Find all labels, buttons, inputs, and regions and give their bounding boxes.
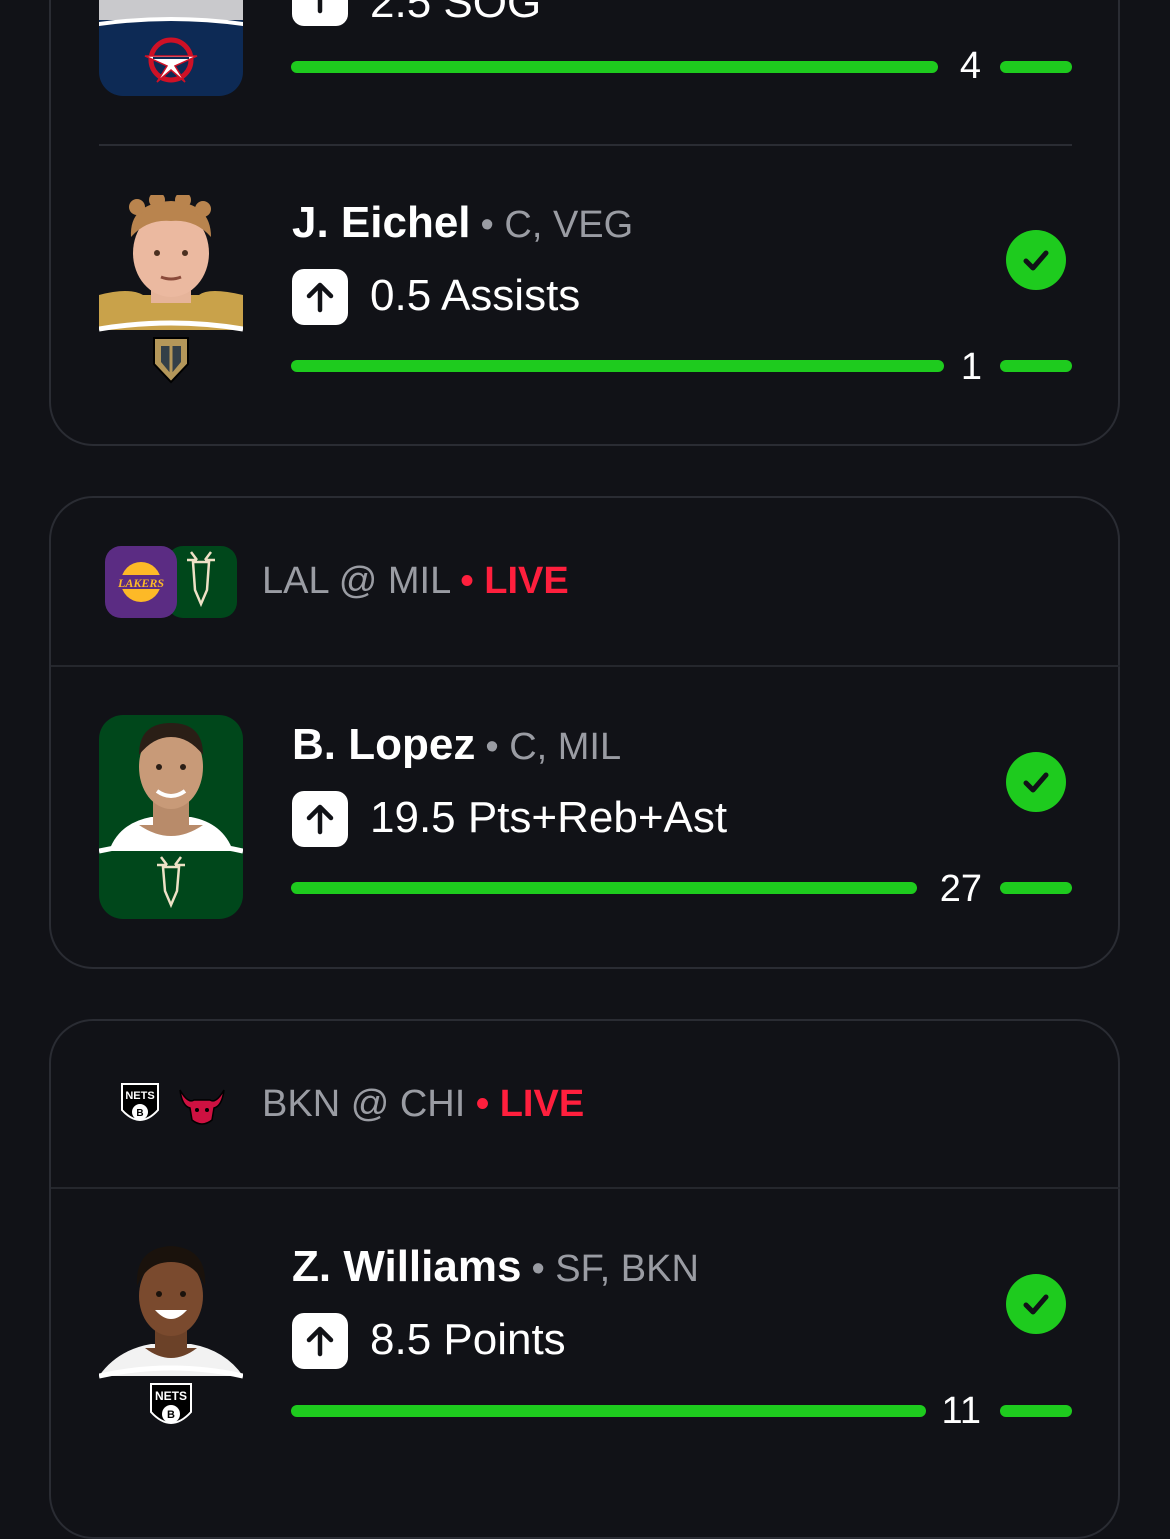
nets-logo: NETS B — [121, 1083, 159, 1121]
check-icon — [1006, 230, 1066, 290]
prop-line: 0.5 Assists — [370, 271, 581, 320]
actual-value: 27 — [939, 868, 982, 910]
bulls-logo — [179, 1089, 225, 1125]
svg-text:LAKERS: LAKERS — [117, 576, 164, 590]
target-marker — [1000, 1405, 1072, 1417]
actual-value: 1 — [960, 346, 982, 388]
prop-line: 8.5 Points — [370, 1315, 566, 1364]
player-position-team: • SF, BKN — [531, 1248, 699, 1290]
progress-bar — [291, 882, 917, 894]
over-arrow-box — [292, 1313, 348, 1369]
up-arrow-icon — [317, 0, 323, 14]
prop-line: 2.5 SOG — [370, 0, 542, 27]
game-logos: NETS B — [115, 1080, 230, 1130]
svg-text:NETS: NETS — [155, 1389, 187, 1403]
player-name: Z. Williams • SF, BKN — [292, 1242, 699, 1291]
target-marker — [1000, 61, 1072, 73]
golden-knights-logo — [153, 337, 189, 384]
svg-text:B: B — [167, 1409, 175, 1421]
over-arrow-box — [292, 269, 348, 325]
game-title: LAL @ MIL • LIVE — [262, 560, 569, 602]
player-avatar — [99, 715, 243, 919]
game-logos: LAKERS — [105, 546, 237, 618]
divider — [51, 665, 1120, 667]
progress-bar — [291, 1405, 926, 1417]
player-avatar: NETS B — [99, 1240, 243, 1435]
up-arrow-icon — [306, 804, 334, 835]
player-name: B. Lopez • C, MIL — [292, 720, 622, 769]
progress-bar — [291, 360, 944, 372]
actual-value: 4 — [959, 45, 981, 87]
bucks-logo — [157, 856, 185, 909]
prop-line: 19.5 Pts+Reb+Ast — [370, 793, 728, 842]
target-marker — [1000, 360, 1072, 372]
check-icon — [1006, 752, 1066, 812]
up-arrow-icon — [306, 1326, 334, 1357]
game-title: BKN @ CHI • LIVE — [262, 1083, 585, 1125]
player-position-team: • C, VEG — [480, 204, 634, 246]
svg-text:NETS: NETS — [125, 1090, 154, 1102]
blue-jackets-logo — [144, 37, 198, 83]
up-arrow-icon — [306, 282, 334, 313]
actual-value: 11 — [941, 1390, 981, 1432]
player-avatar — [99, 195, 243, 390]
over-arrow-box — [292, 791, 348, 847]
target-marker — [1000, 882, 1072, 894]
player-avatar — [99, 0, 243, 96]
divider — [99, 144, 1072, 146]
player-name: J. Eichel • C, VEG — [292, 198, 634, 247]
over-arrow-box — [292, 0, 348, 26]
live-badge: • LIVE — [460, 560, 569, 602]
progress-bar — [291, 61, 938, 73]
check-icon — [1006, 1274, 1066, 1334]
live-badge: • LIVE — [475, 1083, 585, 1125]
svg-text:B: B — [136, 1108, 143, 1119]
player-position-team: • C, MIL — [485, 726, 622, 768]
nets-logo: NETS B — [150, 1383, 192, 1424]
bucks-logo — [167, 546, 237, 618]
divider — [51, 1187, 1120, 1189]
